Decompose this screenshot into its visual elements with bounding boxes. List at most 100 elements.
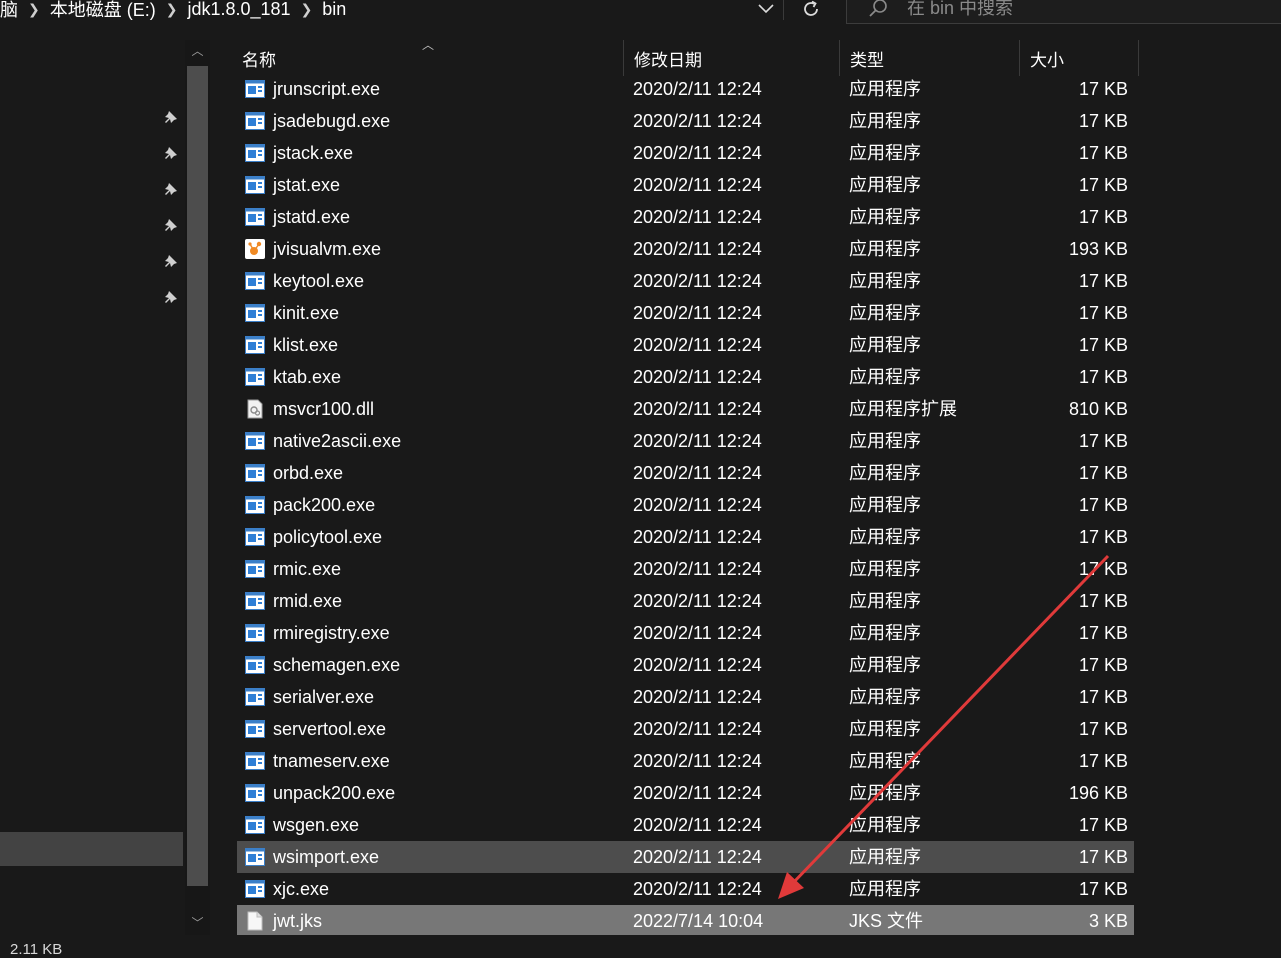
file-name: jvisualvm.exe <box>273 239 382 259</box>
breadcrumb-fragment[interactable]: 脑 <box>0 0 24 22</box>
refresh-icon <box>804 0 818 16</box>
file-row[interactable]: rmiregistry.exe 2020/2/11 12:24 应用程序 17 KB <box>237 617 1134 649</box>
file-row[interactable]: jvisualvm.exe 2020/2/11 12:24 应用程序 193 KB <box>237 233 1134 265</box>
breadcrumb-bin[interactable]: bin <box>316 0 352 20</box>
file-row[interactable]: jwt.jks 2022/7/14 10:04 JKS 文件 3 KB <box>237 905 1134 937</box>
file-date: 2020/2/11 12:24 <box>633 815 762 835</box>
visualvm-icon <box>245 239 265 259</box>
file-date: 2020/2/11 12:24 <box>633 495 762 515</box>
file-size: 17 KB <box>1078 463 1128 483</box>
file-type: 应用程序 <box>849 719 921 739</box>
column-name[interactable]: 名称 <box>232 40 622 76</box>
file-row[interactable]: native2ascii.exe 2020/2/11 12:24 应用程序 17 KB <box>237 425 1134 457</box>
breadcrumb-drive[interactable]: 本地磁盘 (E:) <box>44 0 162 22</box>
pin-icon[interactable] <box>163 217 179 233</box>
file-type: 应用程序 <box>849 463 921 483</box>
pin-icon[interactable] <box>163 253 179 269</box>
chevron-right-icon[interactable]: ❯ <box>162 1 182 18</box>
scrollbar-thumb[interactable] <box>187 66 208 886</box>
file-name: wsgen.exe <box>273 815 360 835</box>
file-row[interactable]: ktab.exe 2020/2/11 12:24 应用程序 17 KB <box>237 361 1134 393</box>
file-icon <box>245 911 265 931</box>
file-size: 193 KB <box>1068 239 1128 259</box>
file-name: keytool.exe <box>273 271 365 291</box>
file-row[interactable]: jsadebugd.exe 2020/2/11 12:24 应用程序 17 KB <box>237 105 1134 137</box>
file-date: 2020/2/11 12:24 <box>633 175 762 195</box>
pin-icon[interactable] <box>163 181 179 197</box>
address-divider <box>783 0 784 20</box>
file-type: 应用程序 <box>849 207 921 227</box>
exe-icon <box>245 591 265 611</box>
navigation-pane[interactable]: ︿ ﹀ <box>0 40 210 935</box>
file-row[interactable]: jrunscript.exe 2020/2/11 12:24 应用程序 17 KB <box>237 73 1134 105</box>
file-row[interactable]: keytool.exe 2020/2/11 12:24 应用程序 17 KB <box>237 265 1134 297</box>
search-input[interactable] <box>905 0 1209 20</box>
nav-item-selected[interactable] <box>0 832 183 866</box>
file-date: 2020/2/11 12:24 <box>633 399 762 419</box>
file-row[interactable]: schemagen.exe 2020/2/11 12:24 应用程序 17 KB <box>237 649 1134 681</box>
exe-icon <box>245 847 265 867</box>
column-size[interactable]: 大小 <box>1019 40 1139 76</box>
file-date: 2020/2/11 12:24 <box>633 367 762 387</box>
file-size: 810 KB <box>1068 399 1128 419</box>
file-row[interactable]: xjc.exe 2020/2/11 12:24 应用程序 17 KB <box>237 873 1134 905</box>
exe-icon <box>245 527 265 547</box>
pin-icon[interactable] <box>163 109 179 125</box>
file-size: 17 KB <box>1078 655 1128 675</box>
file-row[interactable]: servertool.exe 2020/2/11 12:24 应用程序 17 KB <box>237 713 1134 745</box>
column-date[interactable]: 修改日期 <box>623 40 839 76</box>
file-type: 应用程序 <box>849 111 921 131</box>
file-size: 17 KB <box>1078 271 1128 291</box>
file-date: 2020/2/11 12:24 <box>633 143 762 163</box>
scroll-up-icon[interactable]: ︿ <box>185 42 210 62</box>
file-name: rmic.exe <box>273 559 342 579</box>
address-bar[interactable]: 脑 ❯ 本地磁盘 (E:) ❯ jdk1.8.0_181 ❯ bin <box>0 0 838 32</box>
file-row[interactable]: orbd.exe 2020/2/11 12:24 应用程序 17 KB <box>237 457 1134 489</box>
file-type: 应用程序 <box>849 783 921 803</box>
file-size: 17 KB <box>1078 591 1128 611</box>
file-row[interactable]: policytool.exe 2020/2/11 12:24 应用程序 17 KB <box>237 521 1134 553</box>
file-name: pack200.exe <box>273 495 376 515</box>
file-row[interactable]: msvcr100.dll 2020/2/11 12:24 应用程序扩展 810 KB <box>237 393 1134 425</box>
file-row[interactable]: wsimport.exe 2020/2/11 12:24 应用程序 17 KB <box>237 841 1134 873</box>
file-row[interactable]: wsgen.exe 2020/2/11 12:24 应用程序 17 KB <box>237 809 1134 841</box>
file-row[interactable]: rmic.exe 2020/2/11 12:24 应用程序 17 KB <box>237 553 1134 585</box>
file-size: 17 KB <box>1078 815 1128 835</box>
file-date: 2020/2/11 12:24 <box>633 527 762 547</box>
file-date: 2020/2/11 12:24 <box>633 559 762 579</box>
file-row[interactable]: jstat.exe 2020/2/11 12:24 应用程序 17 KB <box>237 169 1134 201</box>
file-date: 2020/2/11 12:24 <box>633 623 762 643</box>
file-row[interactable]: klist.exe 2020/2/11 12:24 应用程序 17 KB <box>237 329 1134 361</box>
file-type: 应用程序 <box>849 591 921 611</box>
search-box[interactable] <box>846 0 1281 24</box>
exe-icon <box>245 303 265 323</box>
file-name: tnameserv.exe <box>273 751 390 771</box>
status-bar: 2.11 KB <box>0 935 1281 958</box>
refresh-button[interactable] <box>795 0 827 24</box>
file-list[interactable]: ︿ 名称 修改日期 类型 大小 jrunscript.exe 2020/2/11 … <box>220 38 1281 937</box>
file-row[interactable]: kinit.exe 2020/2/11 12:24 应用程序 17 KB <box>237 297 1134 329</box>
pin-icon[interactable] <box>163 289 179 305</box>
address-history-dropdown[interactable] <box>752 0 780 24</box>
file-row[interactable]: rmid.exe 2020/2/11 12:24 应用程序 17 KB <box>237 585 1134 617</box>
exe-icon <box>245 79 265 99</box>
chevron-right-icon[interactable]: ❯ <box>297 1 317 18</box>
pin-icon[interactable] <box>163 145 179 161</box>
file-row[interactable]: serialver.exe 2020/2/11 12:24 应用程序 17 KB <box>237 681 1134 713</box>
exe-icon <box>245 783 265 803</box>
exe-icon <box>245 431 265 451</box>
dll-icon <box>245 399 265 419</box>
nav-scrollbar[interactable]: ︿ ﹀ <box>185 40 210 935</box>
file-row[interactable]: jstatd.exe 2020/2/11 12:24 应用程序 17 KB <box>237 201 1134 233</box>
exe-icon <box>245 335 265 355</box>
file-row[interactable]: tnameserv.exe 2020/2/11 12:24 应用程序 17 KB <box>237 745 1134 777</box>
file-row[interactable]: unpack200.exe 2020/2/11 12:24 应用程序 196 KB <box>237 777 1134 809</box>
breadcrumb-jdk[interactable]: jdk1.8.0_181 <box>181 0 296 20</box>
file-row[interactable]: jstack.exe 2020/2/11 12:24 应用程序 17 KB <box>237 137 1134 169</box>
exe-icon <box>245 143 265 163</box>
scroll-down-icon[interactable]: ﹀ <box>185 914 210 934</box>
chevron-right-icon[interactable]: ❯ <box>24 1 44 18</box>
column-type[interactable]: 类型 <box>839 40 1019 76</box>
file-row[interactable]: pack200.exe 2020/2/11 12:24 应用程序 17 KB <box>237 489 1134 521</box>
file-date: 2020/2/11 12:24 <box>633 79 762 99</box>
